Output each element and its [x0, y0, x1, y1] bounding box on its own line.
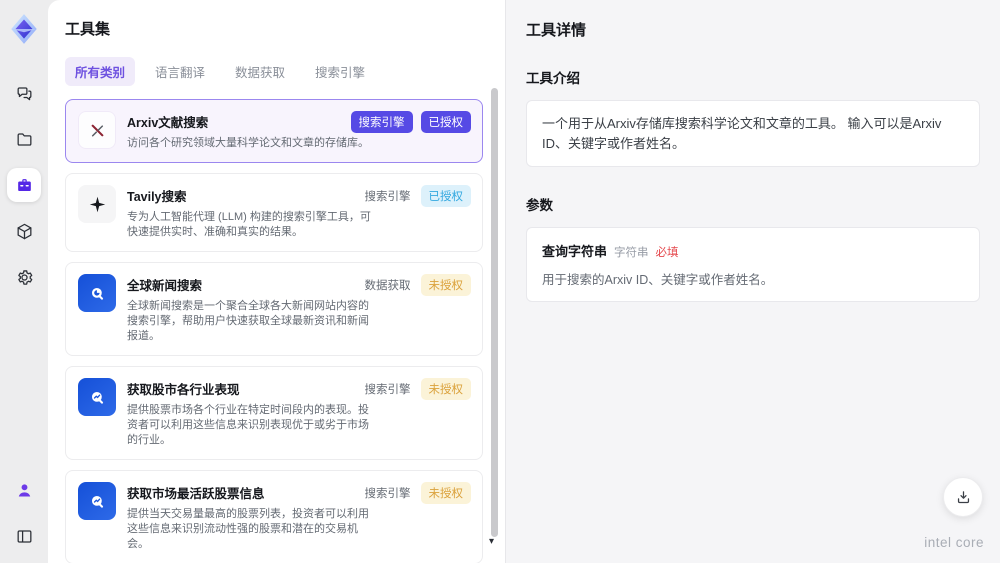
tool-auth-badge: 已授权 [420, 185, 471, 207]
intro-heading: 工具介绍 [526, 71, 580, 86]
tool-card[interactable]: 获取市场最活跃股票信息 提供当天交易量最高的股票列表，投资者可以利用这些信息来识… [65, 470, 483, 563]
param-required-flag: 必填 [655, 247, 679, 259]
sidebar-item-gear[interactable] [7, 260, 41, 294]
sidebar-item-folder[interactable] [7, 122, 41, 156]
scroll-down-icon[interactable]: ▾ [489, 537, 494, 547]
tool-auth-badge: 未授权 [420, 274, 471, 296]
param-box: 查询字符串 字符串 必填 用于搜索的Arxiv ID、关键字或作者姓名。 [526, 227, 980, 302]
page-title: 工具集 [65, 21, 111, 38]
tool-card[interactable]: Arxiv文献搜索 访问各个研究领域大量科学论文和文章的存储库。 搜索引擎 已授… [65, 99, 483, 163]
tool-description: 访问各个研究领域大量科学论文和文章的存储库。 [127, 137, 369, 149]
params-heading: 参数 [526, 198, 553, 213]
param-type: 字符串 [614, 247, 649, 259]
sidebar-nav [7, 76, 41, 306]
panel-toggle-icon[interactable] [7, 519, 41, 553]
download-icon [957, 490, 969, 503]
tool-card[interactable]: Tavily搜索 专为人工智能代理 (LLM) 构建的搜索引擎工具，可快速提供实… [65, 173, 483, 252]
tool-description: 全球新闻搜索是一个聚合全球各大新闻网站内容的搜索引擎，帮助用户快速获取全球最新资… [127, 300, 369, 342]
intel-core-logo: intel core [924, 535, 984, 550]
tool-detail-panel: 工具详情 工具介绍 一个用于从Arxiv存储库搜索科学论文和文章的工具。 输入可… [505, 0, 1000, 563]
tool-category-tag: 搜索引擎 [364, 191, 411, 203]
category-tabs: 所有类别 语言翻译 数据获取 搜索引擎 [65, 57, 483, 86]
tool-list-panel: 工具集 所有类别 语言翻译 数据获取 搜索引擎 Arxiv文献搜索 访问各个研究领域大… [48, 0, 505, 563]
param-name: 查询字符串 [542, 244, 608, 259]
app-logo-icon [7, 12, 41, 46]
stock-search-icon [78, 482, 116, 520]
sidebar-item-toolbox[interactable] [7, 168, 41, 202]
tool-auth-badge: 未授权 [420, 378, 471, 400]
tool-card[interactable]: 全球新闻搜索 全球新闻搜索是一个聚合全球各大新闻网站内容的搜索引擎，帮助用户快速… [65, 262, 483, 356]
tool-category-tag: 搜索引擎 [364, 384, 411, 396]
param-description: 用于搜索的Arxiv ID、关键字或作者姓名。 [542, 273, 774, 287]
scrollbar[interactable] [491, 88, 498, 537]
intro-box: 一个用于从Arxiv存储库搜索科学论文和文章的工具。 输入可以是Arxiv ID… [526, 100, 980, 167]
tool-card[interactable]: 获取股市各行业表现 提供股票市场各个行业在特定时间段内的表现。投资者可以利用这些… [65, 366, 483, 460]
tab-search[interactable]: 搜索引擎 [305, 57, 375, 86]
stock-search-icon [78, 378, 116, 416]
sidebar [0, 0, 48, 563]
tool-category-tag: 搜索引擎 [350, 111, 413, 133]
tab-translate[interactable]: 语言翻译 [145, 57, 215, 86]
tool-category-tag: 搜索引擎 [364, 488, 411, 500]
tool-auth-badge: 未授权 [420, 482, 471, 504]
tool-category-tag: 数据获取 [364, 280, 411, 292]
avatar[interactable] [7, 473, 41, 507]
news-search-icon [78, 274, 116, 312]
tool-auth-badge: 已授权 [420, 111, 471, 133]
tab-all[interactable]: 所有类别 [65, 57, 136, 86]
tavily-star-icon [78, 185, 116, 223]
arxiv-icon [78, 111, 116, 149]
download-button[interactable] [943, 477, 983, 517]
app-window: 工具集 所有类别 语言翻译 数据获取 搜索引擎 Arxiv文献搜索 访问各个研究领域大… [0, 0, 1000, 563]
detail-title: 工具详情 [526, 22, 587, 39]
intro-text: 一个用于从Arxiv存储库搜索科学论文和文章的工具。 输入可以是Arxiv ID… [542, 116, 942, 151]
sidebar-item-cube[interactable] [7, 214, 41, 248]
tool-description: 专为人工智能代理 (LLM) 构建的搜索引擎工具，可快速提供实时、准确和真实的结… [127, 211, 371, 238]
tab-data[interactable]: 数据获取 [225, 57, 295, 86]
scrollbar-thumb[interactable] [491, 88, 498, 537]
main-content: 工具集 所有类别 语言翻译 数据获取 搜索引擎 Arxiv文献搜索 访问各个研究领域大… [48, 0, 1000, 563]
sidebar-item-chat[interactable] [7, 76, 41, 110]
tool-description: 提供股票市场各个行业在特定时间段内的表现。投资者可以利用这些信息来识别表现优于或… [127, 404, 369, 446]
tool-list: Arxiv文献搜索 访问各个研究领域大量科学论文和文章的存储库。 搜索引擎 已授… [65, 99, 483, 563]
tool-description: 提供当天交易量最高的股票列表，投资者可以利用这些信息来识别流动性强的股票和潜在的… [127, 508, 369, 550]
